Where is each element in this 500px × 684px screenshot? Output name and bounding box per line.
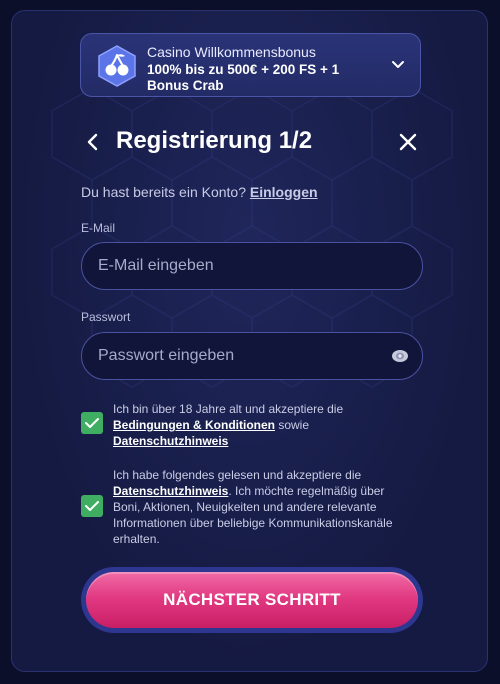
consent1-text: Ich bin über 18 Jahre alt und akzeptiere… — [113, 402, 344, 416]
password-label: Passwort — [81, 310, 131, 324]
login-link[interactable]: Einloggen — [250, 184, 318, 200]
privacy-link-2[interactable]: Datenschutzhinweis — [113, 484, 228, 498]
welcome-bonus-dropdown[interactable]: Casino Willkommensbonus 100% bis zu 500€… — [80, 33, 421, 97]
password-field[interactable] — [81, 332, 423, 380]
terms-link[interactable]: Bedingungen & Konditionen — [113, 418, 275, 432]
login-prompt-text: Du hast bereits ein Konto? — [81, 184, 246, 200]
chevron-left-icon[interactable] — [82, 131, 104, 153]
login-prompt: Du hast bereits ein Konto? Einloggen — [81, 184, 318, 200]
modal-header: Registrierung 1/2 — [12, 121, 487, 161]
checkmark-icon — [85, 501, 99, 511]
next-step-button[interactable]: NÄCHSTER SCHRITT — [86, 572, 418, 628]
cherry-icon — [98, 45, 136, 87]
marketing-consent-text: Ich habe folgendes gelesen und akzeptier… — [113, 467, 413, 547]
privacy-link[interactable]: Datenschutzhinweis — [113, 434, 228, 448]
bonus-description: 100% bis zu 500€ + 200 FS + 1 Bonus Crab — [147, 62, 340, 93]
eye-icon[interactable] — [391, 349, 409, 363]
marketing-consent-checkbox[interactable] — [81, 495, 103, 517]
consent2-text: Ich habe folgendes gelesen und akzeptier… — [113, 468, 362, 482]
bonus-title: Casino Willkommensbonus — [147, 44, 316, 60]
age-terms-consent-text: Ich bin über 18 Jahre alt und akzeptiere… — [113, 401, 413, 449]
email-field[interactable] — [81, 242, 423, 290]
close-icon[interactable] — [397, 131, 419, 153]
page-title: Registrierung 1/2 — [116, 127, 313, 154]
chevron-down-icon — [392, 61, 404, 68]
consent1-between: sowie — [278, 418, 310, 432]
age-terms-checkbox[interactable] — [81, 412, 103, 434]
checkmark-icon — [85, 418, 99, 428]
registration-modal: Casino Willkommensbonus 100% bis zu 500€… — [11, 10, 488, 672]
email-label: E-Mail — [81, 221, 116, 235]
next-step-button-frame: NÄCHSTER SCHRITT — [81, 567, 423, 633]
